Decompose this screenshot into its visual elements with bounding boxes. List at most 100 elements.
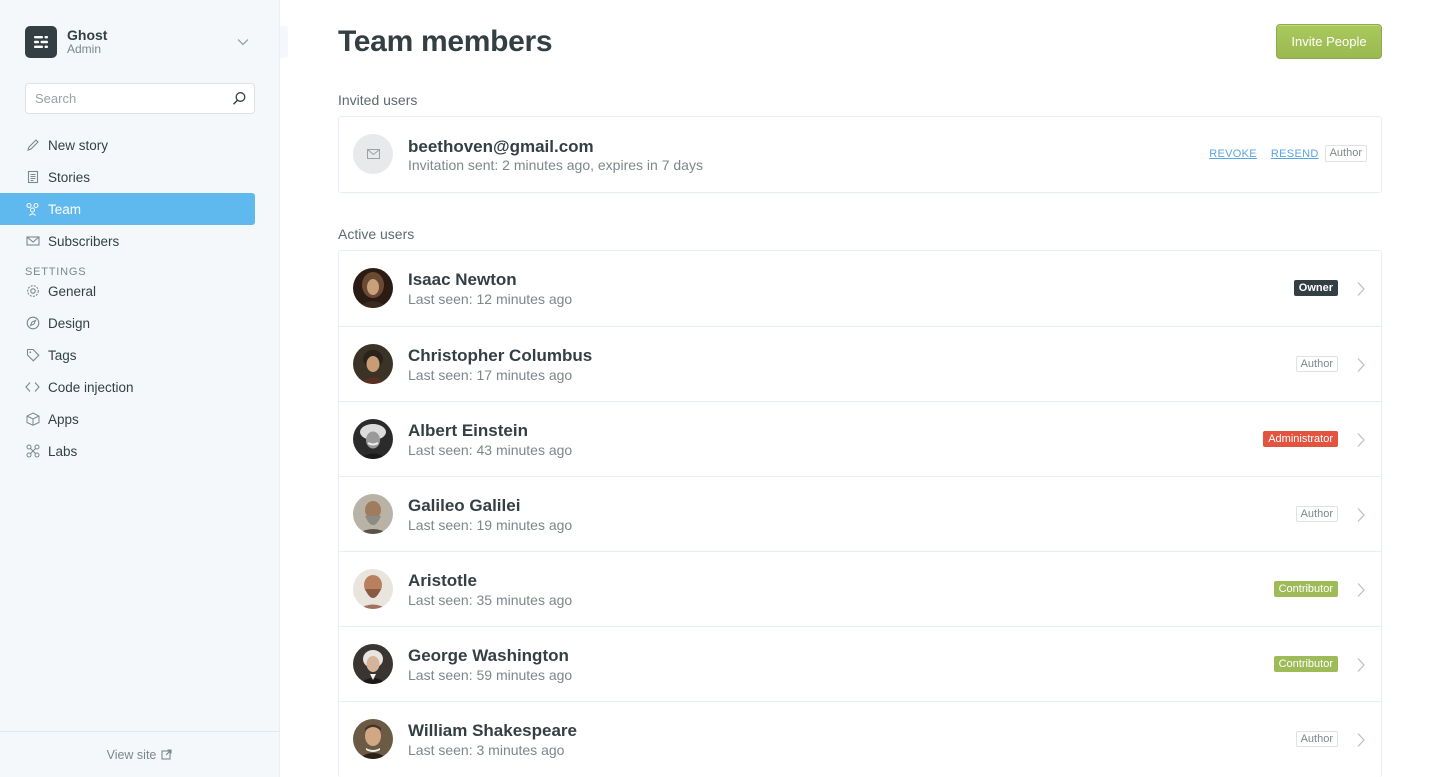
invited-users-list: beethoven@gmail.com Invitation sent: 2 m… (338, 116, 1382, 193)
search-input[interactable] (26, 84, 216, 113)
user-name: William Shakespeare (408, 721, 577, 740)
role-badge: Administrator (1263, 431, 1338, 447)
view-site-label: View site (106, 747, 157, 762)
nav-item-apps[interactable]: Apps (0, 403, 255, 435)
pencil-icon (25, 138, 40, 153)
nav-item-code-injection[interactable]: Code injection (0, 371, 255, 403)
invite-actions: REVOKE RESEND Author (1209, 145, 1367, 162)
nav-label: New story (48, 137, 109, 153)
document-icon (25, 170, 40, 185)
nav-label: General (48, 283, 97, 299)
nav-item-tags[interactable]: Tags (0, 339, 255, 371)
user-row[interactable]: William Shakespeare Last seen: 3 minutes… (339, 701, 1381, 776)
chevron-down-icon[interactable] (236, 35, 250, 54)
user-name: Christopher Columbus (408, 346, 593, 365)
invite-people-button[interactable]: Invite People (1276, 24, 1382, 59)
user-row[interactable]: Galileo Galilei Last seen: 19 minutes ag… (339, 476, 1381, 551)
avatar (353, 268, 393, 308)
chevron-right-icon (1356, 732, 1366, 753)
nav-item-general[interactable]: General (0, 275, 255, 307)
chevron-right-icon (1356, 582, 1366, 603)
resend-link[interactable]: RESEND (1271, 148, 1319, 160)
nav-label: Tags (48, 347, 77, 363)
settings-nav: SETTINGS General Design Tags Code inject… (0, 266, 255, 493)
brand-menu[interactable]: Ghost Admin (25, 25, 275, 59)
nav-item-subscribers[interactable]: Subscribers (0, 225, 255, 257)
box-icon (25, 412, 40, 427)
user-last-seen: Last seen: 43 minutes ago (408, 442, 573, 458)
chevron-right-icon (1356, 507, 1366, 528)
user-row[interactable]: Aristotle Last seen: 35 minutes ago Cont… (339, 551, 1381, 626)
user-name: Isaac Newton (408, 270, 517, 289)
user-row[interactable]: Christopher Columbus Last seen: 17 minut… (339, 326, 1381, 401)
sidebar: Ghost Admin New story Stories Team Subsc… (0, 0, 280, 777)
avatar (353, 344, 393, 384)
invite-avatar (353, 134, 393, 174)
avatar (353, 569, 393, 609)
avatar (353, 494, 393, 534)
user-last-seen: Last seen: 17 minutes ago (408, 367, 573, 383)
invite-row: beethoven@gmail.com Invitation sent: 2 m… (339, 117, 1381, 192)
labs-icon (25, 444, 40, 459)
user-row[interactable]: Isaac Newton Last seen: 12 minutes ago O… (339, 251, 1381, 326)
external-link-icon (161, 749, 172, 760)
nav-label: Design (48, 315, 91, 331)
compass-icon (25, 316, 40, 331)
chevron-right-icon (1356, 357, 1366, 378)
nav-item-new-story[interactable]: New story (0, 129, 255, 161)
nav-item-team[interactable]: Team (0, 193, 255, 225)
mail-icon (366, 149, 380, 159)
avatar (353, 644, 393, 684)
active-users-list: Isaac Newton Last seen: 12 minutes ago O… (338, 250, 1382, 777)
nav-item-design[interactable]: Design (0, 307, 255, 339)
brand-name: Ghost (67, 27, 108, 44)
role-badge: Author (1295, 731, 1338, 747)
role-badge: Author (1324, 145, 1367, 162)
brand-role: Admin (67, 42, 102, 57)
user-row[interactable]: Albert Einstein Last seen: 43 minutes ag… (339, 401, 1381, 476)
active-users-label: Active users (338, 226, 415, 242)
gear-icon (25, 284, 40, 299)
nav-label: Apps (48, 411, 79, 427)
main-nav: New story Stories Team Subscribers (0, 129, 255, 257)
sidebar-notch (280, 26, 288, 58)
view-site-link[interactable]: View site (0, 731, 279, 777)
role-badge: Author (1295, 506, 1338, 522)
mail-icon (25, 234, 40, 249)
nav-label: Stories (48, 169, 91, 185)
nav-item-labs[interactable]: Labs (0, 435, 255, 467)
user-last-seen: Last seen: 12 minutes ago (408, 291, 573, 307)
user-last-seen: Last seen: 59 minutes ago (408, 667, 573, 683)
chevron-right-icon (1356, 657, 1366, 678)
user-last-seen: Last seen: 19 minutes ago (408, 517, 573, 533)
user-name: Galileo Galilei (408, 496, 521, 515)
nav-item-stories[interactable]: Stories (0, 161, 255, 193)
nav-label: Code injection (48, 379, 134, 395)
avatar (353, 419, 393, 459)
role-badge: Contributor (1273, 656, 1338, 672)
nav-label: Labs (48, 443, 78, 459)
chevron-right-icon (1356, 432, 1366, 453)
search-box (25, 83, 255, 114)
user-name: George Washington (408, 646, 569, 665)
ghost-logo-icon (25, 26, 57, 58)
team-icon (25, 202, 40, 217)
role-badge: Owner (1293, 280, 1338, 296)
tag-icon (25, 348, 40, 363)
avatar (353, 719, 393, 759)
user-name: Albert Einstein (408, 421, 528, 440)
invite-meta: Invitation sent: 2 minutes ago, expires … (408, 157, 703, 173)
user-row[interactable]: George Washington Last seen: 59 minutes … (339, 626, 1381, 701)
invited-users-label: Invited users (338, 92, 418, 108)
user-name: Aristotle (408, 571, 477, 590)
search-icon[interactable] (232, 91, 247, 111)
page-title: Team members (338, 25, 553, 58)
nav-label: Team (48, 201, 82, 217)
revoke-link[interactable]: REVOKE (1209, 148, 1257, 160)
code-icon (25, 380, 40, 395)
user-last-seen: Last seen: 3 minutes ago (408, 742, 565, 758)
nav-label: Subscribers (48, 233, 120, 249)
role-badge: Author (1295, 356, 1338, 372)
user-last-seen: Last seen: 35 minutes ago (408, 592, 573, 608)
role-badge: Contributor (1273, 581, 1338, 597)
